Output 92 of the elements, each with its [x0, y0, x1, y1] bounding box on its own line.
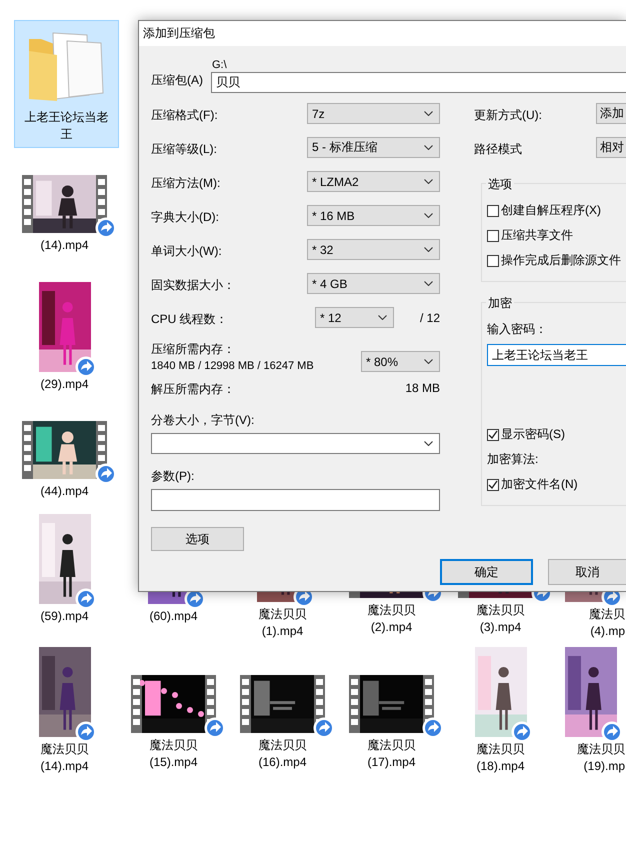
checkbox[interactable]: 压缩共享文件	[487, 223, 626, 248]
file-name: 魔法贝贝 (17).mp4	[367, 737, 416, 771]
check-icon	[488, 480, 498, 490]
options-button[interactable]: 选项	[151, 527, 244, 551]
file-name: 魔法贝贝 (3).mp4	[476, 602, 524, 636]
shortcut-arrow-icon	[95, 463, 117, 485]
shortcut-arrow-icon	[204, 717, 226, 739]
file-item[interactable]: 魔法贝贝 (16).mp4	[228, 646, 337, 772]
label: 加密算法:	[487, 451, 538, 468]
archive-name-field[interactable]: 贝贝	[211, 72, 626, 93]
label: 路径模式	[474, 141, 523, 158]
file-item[interactable]: 魔法贝贝 (18).mp4	[446, 646, 555, 772]
file-name: 魔法贝 (4).mp	[589, 606, 625, 640]
label: 分卷大小，字节(V):	[151, 413, 254, 427]
dropdown[interactable]: * 80%	[361, 351, 440, 372]
chevron-down-icon	[378, 315, 387, 320]
label: 输入密码：	[487, 322, 547, 336]
file-name: (59).mp4	[40, 608, 89, 625]
file-name: (29).mp4	[40, 376, 89, 393]
check-icon	[488, 430, 498, 440]
label: 更新方式(U):	[474, 107, 543, 124]
shortcut-arrow-icon	[74, 588, 96, 610]
window-title: 添加到压缩包	[143, 25, 215, 42]
label: 压缩格式(F):	[151, 107, 218, 124]
checkbox[interactable]: 显示密码(S)	[487, 422, 626, 447]
label: 压缩包(A)	[151, 73, 203, 87]
shortcut-arrow-icon	[313, 717, 335, 739]
checkbox[interactable]: 操作完成后删除源文件	[487, 248, 626, 273]
file-item[interactable]: (44).mp4	[10, 394, 119, 501]
label: 单词大小(W):	[151, 243, 222, 260]
dropdown[interactable]: 5 - 标准压缩	[307, 137, 440, 158]
dropdown[interactable]: 7z	[307, 103, 440, 124]
chevron-down-icon	[424, 441, 433, 446]
dropdown[interactable]: 相对	[596, 137, 626, 158]
file-name: (44).mp4	[40, 483, 89, 500]
dropdown[interactable]: 添加	[596, 103, 626, 124]
chevron-down-icon	[424, 145, 433, 150]
shortcut-arrow-icon	[422, 717, 444, 739]
chevron-down-icon	[424, 359, 433, 364]
label: 压缩等级(L):	[151, 141, 217, 158]
file-item[interactable]: (59).mp4	[10, 511, 119, 637]
dialog-button[interactable]: 取消	[548, 559, 626, 585]
dropdown[interactable]: * 32	[307, 239, 440, 260]
label: 压缩所需内存：	[151, 342, 235, 356]
chevron-down-icon	[424, 213, 433, 218]
file-name: 魔法贝贝 (15).mp4	[149, 737, 198, 771]
label: 解压所需内存：	[151, 381, 235, 398]
dialog-button[interactable]: 确定	[440, 559, 533, 585]
checkbox[interactable]: 加密文件名(N)	[487, 472, 626, 497]
file-name: (60).mp4	[149, 608, 198, 625]
dropdown[interactable]: * LZMA2	[307, 171, 440, 192]
group-title: 选项	[486, 176, 514, 193]
file-item[interactable]: (14).mp4	[10, 148, 119, 255]
memory-usage: 1840 MB / 12998 MB / 16247 MB	[151, 360, 314, 372]
file-name: 魔法贝贝 (2).mp4	[368, 602, 416, 636]
dropdown[interactable]: * 16 MB	[307, 205, 440, 226]
dropdown[interactable]: * 4 GB	[307, 273, 440, 294]
shortcut-arrow-icon	[74, 721, 96, 743]
shortcut-arrow-icon	[600, 721, 622, 743]
chevron-down-icon	[424, 111, 433, 116]
file-name: 魔法贝贝 (14).mp4	[40, 741, 89, 775]
memory-usage: 18 MB	[405, 381, 440, 397]
file-name: 魔法贝贝 (18).mp4	[476, 741, 525, 775]
label: 参数(P):	[151, 469, 194, 483]
file-name: 魔法贝贝 (16).mp4	[258, 737, 307, 771]
checkbox[interactable]: 创建自解压程序(X)	[487, 198, 626, 223]
file-name: 魔法贝贝 (19).mp	[577, 741, 625, 775]
file-name: (14).mp4	[40, 237, 89, 254]
thread-max: / 12	[420, 310, 440, 325]
split-size-combobox[interactable]	[151, 433, 440, 454]
file-item[interactable]: 魔法贝贝 (15).mp4	[119, 646, 228, 772]
label: 压缩方法(M):	[151, 175, 220, 192]
dropdown[interactable]: * 12	[314, 307, 394, 328]
file-item[interactable]: 魔法贝贝 (19).mp	[555, 646, 626, 772]
folder-path: G:\	[211, 58, 228, 72]
password-field[interactable]: 上老王论坛当老王	[487, 344, 626, 366]
label: 固实数据大小：	[151, 277, 235, 294]
label: 字典大小(D):	[151, 209, 219, 226]
chevron-down-icon	[424, 281, 433, 286]
shortcut-arrow-icon	[74, 356, 96, 378]
shortcut-arrow-icon	[510, 721, 532, 743]
chevron-down-icon	[424, 179, 433, 184]
file-item[interactable]: 上老王论坛当老王	[14, 20, 119, 148]
parameters-field[interactable]	[151, 489, 440, 511]
file-item[interactable]: 魔法贝贝 (14).mp4	[10, 646, 119, 772]
file-name: 魔法贝贝 (1).mp4	[258, 606, 306, 640]
file-item[interactable]: 魔法贝贝 (17).mp4	[337, 646, 446, 772]
chevron-down-icon	[424, 247, 433, 252]
label: CPU 线程数：	[151, 311, 228, 328]
file-name: 上老王论坛当老王	[24, 109, 110, 143]
file-item[interactable]: (29).mp4	[10, 255, 119, 394]
shortcut-arrow-icon	[95, 217, 117, 239]
